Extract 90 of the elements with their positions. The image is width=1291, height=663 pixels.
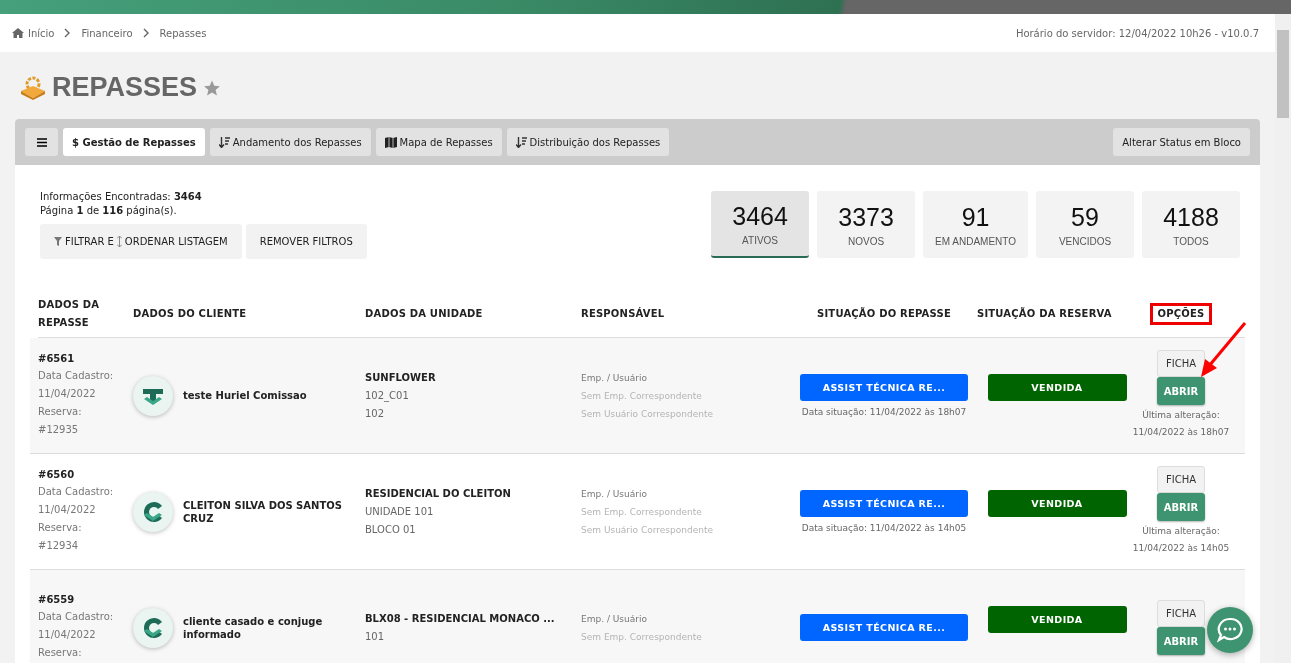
stat-card[interactable]: 3464 ATIVOS: [711, 191, 810, 258]
meta-text: 11/04/2022: [38, 627, 97, 642]
column-header: DADOS DA UNIDADE: [365, 307, 483, 321]
meta-text: Data Cadastro:: [38, 609, 115, 624]
stat-card[interactable]: 59 VENCIDOS: [1036, 191, 1134, 258]
sort-icon: [116, 236, 122, 247]
last-change-text: 11/04/2022 às 14h05: [1132, 542, 1230, 555]
responsible-text: Emp. / Usuário: [581, 371, 648, 385]
responsible-text: Emp. / Usuário: [581, 487, 648, 501]
transfer-id: #6560: [38, 468, 76, 480]
map-icon: [384, 136, 397, 148]
responsible-text: Sem Usuário Correspondente: [581, 523, 714, 537]
open-button[interactable]: ABRIR: [1157, 493, 1205, 521]
unit-text: BLX08 - RESIDENCIAL MONACO ...: [365, 611, 556, 626]
filter-icon: [54, 237, 62, 246]
meta-text: Reserva:: [38, 404, 83, 419]
status-button[interactable]: ASSIST TÉCNICA RE...: [800, 614, 968, 641]
column-header: RESPONSÁVEL: [581, 306, 665, 321]
remove-filters-button[interactable]: REMOVER FILTROS: [245, 224, 367, 259]
meta-text: Data Cadastro:: [38, 368, 115, 383]
tab[interactable]: $ Gestão de Repasses: [63, 128, 205, 156]
column-header: OPÇÕES: [1149, 303, 1213, 325]
column-header: SITUAÇÃO DO REPASSE: [817, 306, 951, 321]
meta-text: Reserva:: [38, 520, 83, 535]
meta-text: 11/04/2022: [38, 386, 97, 401]
open-button[interactable]: ABRIR: [1157, 627, 1205, 655]
meta-text: #12935: [38, 422, 80, 437]
client-name: teste Huriel Comissao: [183, 389, 308, 402]
meta-text: Reserva:: [38, 645, 83, 660]
unit-text: 101: [365, 629, 386, 644]
bulk-status-button[interactable]: Alterar Status em Bloco: [1113, 128, 1250, 156]
home-icon: [12, 28, 24, 38]
breadcrumb-link[interactable]: Repasses: [159, 27, 207, 39]
stat-card[interactable]: 3373 NOVOS: [817, 191, 916, 258]
menu-icon: [36, 137, 47, 147]
client-name: cliente casado e conjuge informado: [183, 614, 324, 641]
responsible-text: Sem Emp. Correspondente: [581, 389, 703, 403]
column-header: DADOS DA REPASSE: [38, 298, 101, 330]
avatar-icon: [133, 607, 173, 648]
avatar-icon: [133, 375, 173, 416]
column-header: DADOS DO CLIENTE: [133, 307, 247, 321]
status-date: Data situação: 11/04/2022 às 14h05: [801, 523, 967, 533]
responsible-text: Sem Usuário Correspondente: [581, 407, 714, 421]
sort-icon: [218, 136, 230, 148]
meta-text: Data Cadastro:: [38, 484, 115, 499]
reservation-status: VENDIDA: [987, 489, 1127, 517]
chat-icon: [1217, 617, 1243, 643]
stat-card[interactable]: 91 EM ANDAMENTO: [923, 191, 1028, 258]
unit-text: RESIDENCIAL DO CLEITON: [365, 486, 512, 501]
client-name: CLEITON SILVA DOS SANTOS CRUZ: [183, 498, 343, 525]
status-button[interactable]: ASSIST TÉCNICA RE...: [800, 490, 968, 517]
ficha-button[interactable]: FICHA: [1157, 466, 1205, 493]
sort-icon: [515, 136, 527, 148]
ficha-button[interactable]: FICHA: [1157, 350, 1205, 377]
box-gear-icon: [20, 75, 46, 100]
last-change-text: Última alteração:: [1142, 524, 1220, 538]
meta-text: 11/04/2022: [38, 502, 97, 517]
transfer-id: #6559: [38, 593, 76, 605]
reservation-status: VENDIDA: [987, 605, 1127, 633]
unit-text: 102_C01: [365, 388, 410, 404]
stat-card[interactable]: 4188 TODOS: [1142, 191, 1240, 258]
filter-button[interactable]: FILTRAR E ORDENAR LISTAGEM: [40, 224, 242, 259]
tab[interactable]: Mapa de Repasses: [375, 128, 502, 156]
responsible-text: Sem Emp. Correspondente: [581, 505, 703, 519]
transfer-id: #6561: [38, 352, 76, 364]
status-button[interactable]: ASSIST TÉCNICA RE...: [800, 374, 968, 401]
open-button[interactable]: ABRIR: [1157, 377, 1205, 405]
tab[interactable]: Distribuição dos Repasses: [506, 128, 670, 156]
column-header: SITUAÇÃO DA RESERVA: [977, 306, 1112, 321]
page-info: Página 1 de 116 página(s).: [40, 205, 178, 216]
server-time: Horário do servidor: 12/04/2022 10h26 - v10.0.7: [1015, 27, 1259, 39]
responsible-text: Sem Emp. Correspondente: [581, 630, 703, 644]
unit-text: SUNFLOWER: [365, 370, 437, 385]
tab[interactable]: Andamento dos Repasses: [209, 128, 371, 156]
unit-text: UNIDADE 101: [365, 504, 435, 519]
avatar-icon: [133, 491, 173, 532]
page-title: REPASSES: [52, 72, 198, 103]
breadcrumb-link[interactable]: Financeiro: [81, 27, 133, 39]
menu-button[interactable]: [25, 128, 58, 156]
last-change-text: Última alteração:: [1142, 408, 1220, 422]
breadcrumb-link[interactable]: Início: [28, 27, 55, 39]
status-date: Data situação: 11/04/2022 às 18h07: [801, 407, 967, 417]
last-change-text: 11/04/2022 às 18h07: [1132, 426, 1230, 439]
unit-text: BLOCO 01: [365, 522, 417, 537]
meta-text: #12934: [38, 538, 80, 553]
responsible-text: Emp. / Usuário: [581, 612, 648, 626]
results-count: Informações Encontradas: 3464: [40, 191, 203, 202]
unit-text: 102: [365, 406, 386, 421]
ficha-button[interactable]: FICHA: [1157, 600, 1205, 627]
reservation-status: VENDIDA: [987, 373, 1127, 401]
